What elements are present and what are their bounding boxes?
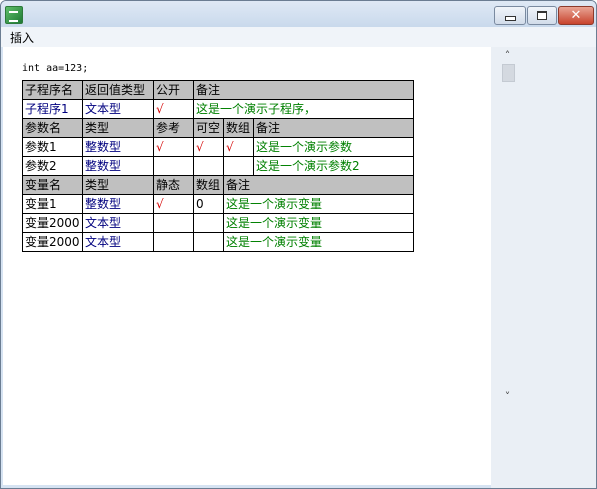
table-cell[interactable]: 变量2000 [22,232,83,252]
table-row: 子程序1 文本型 √ 这是一个演示子程序， [22,99,415,119]
app-icon[interactable] [5,6,23,24]
menu-insert[interactable]: 插入 [10,29,34,46]
table-cell[interactable]: 整数型 [82,137,154,157]
header-cell[interactable]: 参数名 [22,118,83,138]
table-cell[interactable]: 文本型 [82,232,154,252]
scroll-down-icon[interactable]: ˅ [499,390,516,404]
minimize-icon [504,16,516,21]
table-row: 参数2 整数型 这是一个演示参数2 [22,156,415,176]
table-cell[interactable]: 0 [193,194,224,214]
header-cell[interactable]: 数组 [193,175,224,195]
close-button[interactable]: ✕ [558,6,594,25]
table-cell[interactable]: 这是一个演示变量 [222,232,415,252]
table-cell[interactable]: 子程序1 [22,99,83,119]
table-header-row: 参数名 类型 参考 可空 数组 备注 [22,118,415,138]
table-cell[interactable]: 这是一个演示参数 [252,137,415,157]
table-cell[interactable]: 整数型 [82,194,154,214]
header-cell[interactable]: 返回值类型 [82,80,154,100]
table-cell[interactable] [153,213,194,233]
code-line[interactable]: int aa=123; [22,63,88,74]
table-cell[interactable]: 这是一个演示子程序， [192,99,415,119]
title-bar: ✕ [1,1,596,27]
header-cell[interactable]: 备注 [222,175,415,195]
table-cell[interactable] [193,213,224,233]
table-cell[interactable]: 参数2 [22,156,83,176]
header-cell[interactable]: 类型 [82,118,154,138]
header-cell[interactable]: 类型 [82,175,154,195]
table-cell[interactable]: 文本型 [82,99,154,119]
scroll-up-icon[interactable]: ˄ [499,49,516,63]
table-row: 变量2000 文本型 这是一个演示变量 [22,232,415,252]
table-cell[interactable]: 这是一个演示变量 [222,213,415,233]
header-cell[interactable]: 子程序名 [22,80,83,100]
table-cell[interactable]: 这是一个演示参数2 [252,156,415,176]
table-cell[interactable] [193,232,224,252]
header-cell[interactable]: 可空 [193,118,224,138]
table-cell[interactable]: 参数1 [22,137,83,157]
vertical-scrollbar[interactable]: ˄ ˅ [499,47,516,407]
table-header-row: 子程序名 返回值类型 公开 备注 [22,80,415,100]
table-cell[interactable] [153,156,194,176]
header-cell[interactable]: 备注 [192,80,415,100]
table-cell[interactable]: √ [153,194,194,214]
table-cell[interactable] [223,156,254,176]
header-cell[interactable]: 静态 [153,175,194,195]
header-cell[interactable]: 参考 [153,118,194,138]
maximize-button[interactable] [527,6,557,25]
subroutine-table: 子程序名 返回值类型 公开 备注 子程序1 文本型 √ 这是一个演示子程序， 参数名 类型 参考 可空… [22,80,415,252]
document-area[interactable]: int aa=123; 子程序名 返回值类型 公开 备注 子程序1 文本型 √ 这是一个演示子… [3,47,491,485]
header-cell[interactable]: 数组 [223,118,254,138]
maximize-icon [537,11,547,20]
table-cell[interactable] [193,156,224,176]
minimize-button[interactable] [494,6,526,25]
table-cell[interactable] [153,232,194,252]
header-cell[interactable]: 备注 [252,118,415,138]
table-cell[interactable]: 文本型 [82,213,154,233]
table-cell[interactable]: 这是一个演示变量 [222,194,415,214]
table-cell[interactable]: √ [153,137,194,157]
table-header-row: 变量名 类型 静态 数组 备注 [22,175,415,195]
table-cell[interactable]: √ [153,99,194,119]
close-icon: ✕ [570,8,582,23]
table-row: 变量2000 文本型 这是一个演示变量 [22,213,415,233]
table-row: 参数1 整数型 √ √ √ 这是一个演示参数 [22,137,415,157]
table-cell[interactable]: √ [193,137,224,157]
table-cell[interactable]: 整数型 [82,156,154,176]
table-cell[interactable]: √ [223,137,254,157]
table-cell[interactable]: 变量2000 [22,213,83,233]
menu-bar: 插入 [1,27,596,47]
header-cell[interactable]: 变量名 [22,175,83,195]
app-window: ✕ 插入 int aa=123; 子程序名 返回值类型 公开 备注 子程序1 文本型 √ 这是… [0,0,597,489]
table-row: 变量1 整数型 √ 0 这是一个演示变量 [22,194,415,214]
header-cell[interactable]: 公开 [153,80,194,100]
scroll-thumb[interactable] [502,64,515,82]
table-cell[interactable]: 变量1 [22,194,83,214]
